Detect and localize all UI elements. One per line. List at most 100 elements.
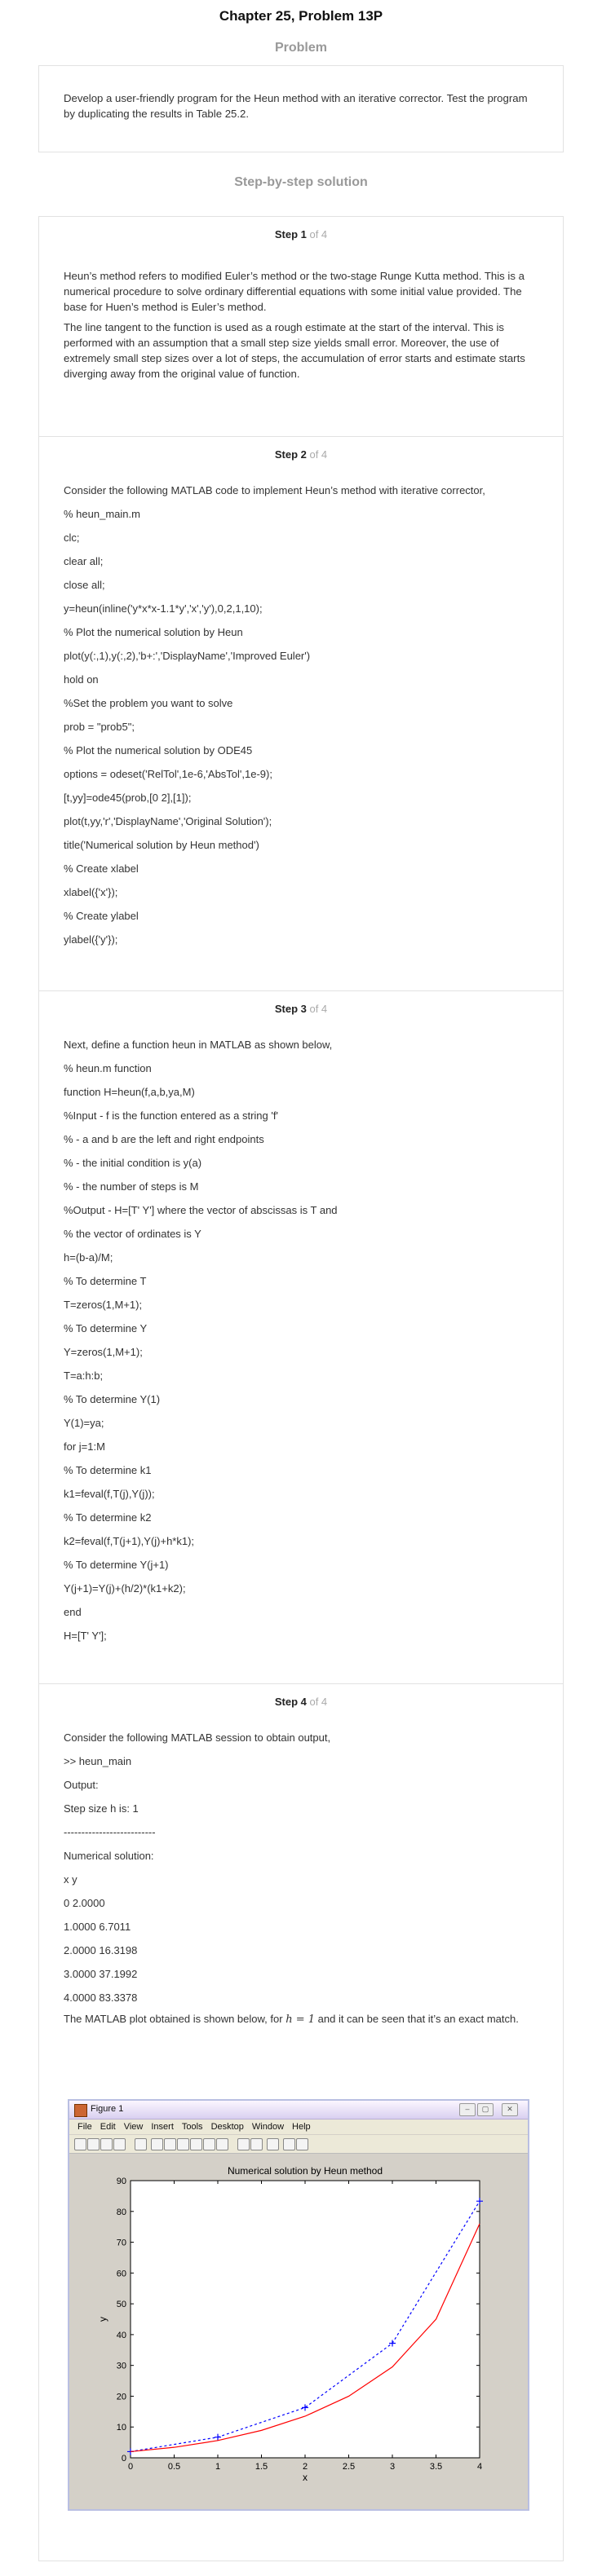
figure-menubar: File Edit View Insert Tools Desktop Window Help — [69, 2119, 528, 2134]
menu-item-file[interactable]: File — [77, 2119, 92, 2134]
step-2-line: close all; — [64, 579, 105, 591]
y-tick-label: 30 — [117, 2362, 126, 2371]
step-2-line: xlabel({'x'}); — [64, 886, 118, 898]
step-4-line: Consider the following MATLAB session to… — [64, 1731, 331, 1744]
step-2-line: %Set the problem you want to solve — [64, 697, 233, 709]
chart-title: Numerical solution by Heun method — [228, 2165, 383, 2177]
step-3-line: % To determine k1 — [64, 1464, 152, 1476]
step-2-line: % Plot the numerical solution by Heun — [64, 626, 243, 638]
menu-item-tools[interactable]: Tools — [182, 2119, 203, 2134]
figure-titlebar: Figure 1 – ▢ ✕ — [69, 2101, 528, 2119]
step-3-line: % - a and b are the left and right endpo… — [64, 1133, 264, 1145]
plot-area: Numerical solution by Heun method 0 0.5 1 1.… — [97, 2165, 483, 2483]
step-2-line: clear all; — [64, 555, 104, 567]
step-3-line: %Input - f is the function entered as a … — [64, 1109, 278, 1122]
step-2-line: ylabel({'y'}); — [64, 933, 118, 946]
x-tick-label: 0 — [128, 2462, 133, 2472]
step-1-heading: Step 1 of 4 — [274, 228, 328, 240]
step-3-line: k1=feval(f,T(j),Y(j)); — [64, 1488, 155, 1500]
step-2-line: title('Numerical solution by Heun method… — [64, 839, 259, 851]
brush-icon[interactable] — [216, 2138, 228, 2150]
pan-icon[interactable] — [177, 2138, 189, 2150]
step-4-line: 4.0000 83.3378 — [64, 1992, 138, 2004]
open-folder-icon[interactable] — [87, 2138, 100, 2150]
x-axis-label: x — [303, 2472, 308, 2483]
step-2-line: [t,yy]=ode45(prob,[0 2],[1]); — [64, 792, 192, 804]
step-2-line: plot(t,yy,'r','DisplayName','Original So… — [64, 815, 272, 827]
menu-item-window[interactable]: Window — [252, 2119, 284, 2134]
menu-item-help[interactable]: Help — [292, 2119, 311, 2134]
zoom-in-icon[interactable] — [151, 2138, 163, 2150]
step-4-line: 0 2.0000 — [64, 1897, 105, 1909]
step-3-line: % - the initial condition is y(a) — [64, 1157, 202, 1169]
step-3-line: % To determine Y — [64, 1322, 148, 1334]
minimize-icon[interactable]: – — [459, 2103, 476, 2116]
step-3-line: Y(1)=ya; — [64, 1417, 104, 1429]
x-tick-label: 2.5 — [343, 2462, 355, 2472]
step-1-box: Step 1 of 4 Heun’s method refers to modi… — [38, 216, 564, 438]
step-2-line: y=heun(inline('y*x*x-1.1*y','x','y'),0,2… — [64, 602, 263, 615]
hide-tools-icon[interactable] — [283, 2138, 295, 2150]
step-3-line: H=[T' Y']; — [64, 1630, 107, 1642]
menu-item-desktop[interactable]: Desktop — [211, 2119, 244, 2134]
step-4-line: 3.0000 37.1992 — [64, 1968, 138, 1980]
step-4-line: Numerical solution: — [64, 1850, 154, 1862]
step-3-line: % To determine Y(j+1) — [64, 1559, 169, 1571]
step-3-line: % To determine k2 — [64, 1511, 152, 1524]
menu-item-insert[interactable]: Insert — [151, 2119, 174, 2134]
pointer-icon[interactable] — [135, 2138, 147, 2150]
y-tick-label: 40 — [117, 2331, 126, 2340]
step-2-line: % Create xlabel — [64, 862, 139, 875]
step-3-line: %Output - H=[T' Y'] where the vector of … — [64, 1204, 338, 1216]
legend-icon[interactable] — [267, 2138, 279, 2150]
x-tick-label: 1 — [215, 2462, 220, 2472]
step-3-line: Y=zeros(1,M+1); — [64, 1346, 143, 1358]
step-4-line: >> heun_main — [64, 1755, 132, 1767]
link-icon[interactable] — [237, 2138, 250, 2150]
zoom-out-icon[interactable] — [164, 2138, 176, 2150]
step-3-line: % To determine Y(1) — [64, 1393, 161, 1405]
problem-text: Develop a user-friendly program for the … — [64, 92, 528, 120]
y-tick-label: 0 — [122, 2454, 126, 2464]
print-icon[interactable] — [113, 2138, 126, 2150]
step-3-line: % - the number of steps is M — [64, 1180, 199, 1193]
step-2-line: plot(y(:,1),y(:,2),'b+:','DisplayName','… — [64, 650, 311, 662]
close-icon[interactable]: ✕ — [502, 2103, 518, 2116]
x-tick-label: 4 — [477, 2462, 482, 2472]
step-2-line: prob = "prob5"; — [64, 721, 135, 733]
colorbar-icon[interactable] — [250, 2138, 263, 2150]
data-cursor-icon[interactable] — [203, 2138, 215, 2150]
problem-box: Develop a user-friendly program for the … — [38, 65, 564, 152]
y-tick-label: 80 — [117, 2208, 126, 2217]
step-2-line: options = odeset('RelTol',1e-6,'AbsTol',… — [64, 768, 272, 780]
rotate-icon[interactable] — [190, 2138, 202, 2150]
page-title: Chapter 25, Problem 13P — [219, 8, 383, 24]
menu-item-view[interactable]: View — [124, 2119, 144, 2134]
step-4-line: Step size h is: 1 — [64, 1802, 139, 1815]
step-3-heading: Step 3 of 4 — [274, 1003, 328, 1015]
step-3-line: Y(j+1)=Y(j)+(h/2)*(k1+k2); — [64, 1582, 186, 1595]
x-tick-label: 3.5 — [430, 2462, 442, 2472]
menu-item-edit[interactable]: Edit — [100, 2119, 116, 2134]
figure-toolbar — [69, 2135, 528, 2154]
step-2-line: % Plot the numerical solution by ODE45 — [64, 744, 253, 756]
new-file-icon[interactable] — [74, 2138, 86, 2150]
step-4-closing: The MATLAB plot obtained is shown below,… — [64, 2013, 519, 2026]
matlab-figure-window: Figure 1 – ▢ ✕ File Edit View Insert Tools De… — [68, 2099, 529, 2511]
maximize-icon[interactable]: ▢ — [477, 2103, 494, 2116]
step-4-line: Output: — [64, 1779, 99, 1791]
save-icon[interactable] — [100, 2138, 113, 2150]
step-3-line: k2=feval(f,T(j+1),Y(j)+h*k1); — [64, 1535, 195, 1547]
step-3-line: h=(b-a)/M; — [64, 1251, 113, 1264]
step-4-line: x y — [64, 1873, 77, 1886]
step-2-line: clc; — [64, 532, 80, 544]
step-3-line: % heun.m function — [64, 1062, 152, 1074]
step-3-line: % the vector of ordinates is Y — [64, 1228, 201, 1240]
show-tools-icon[interactable] — [296, 2138, 308, 2150]
step-2-line: % heun_main.m — [64, 508, 140, 520]
y-tick-label: 70 — [117, 2239, 126, 2248]
y-tick-label: 20 — [117, 2392, 126, 2402]
step-4-line: -------------------------- — [64, 1826, 156, 1838]
step-4-line: 1.0000 6.7011 — [64, 1921, 131, 1933]
solution-label: Step-by-step solution — [234, 175, 368, 189]
